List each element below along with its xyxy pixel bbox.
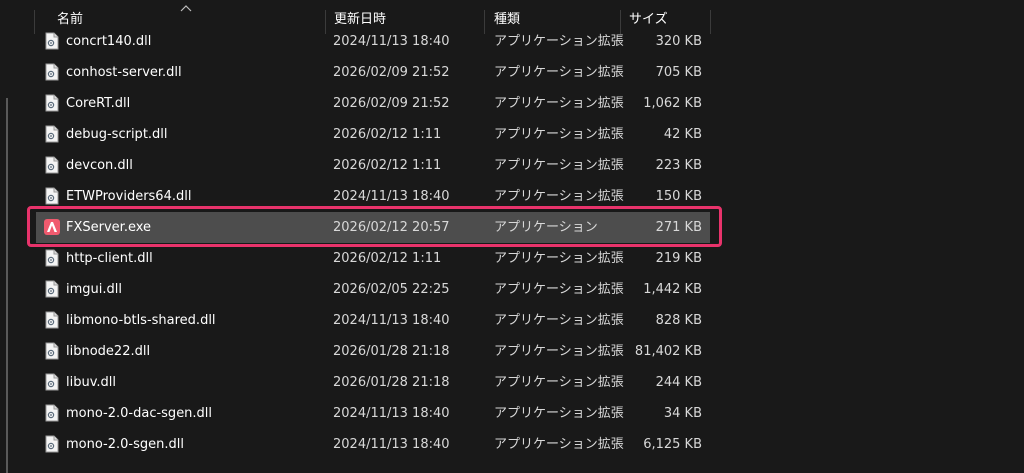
file-name: libmono-btls-shared.dll [66,313,216,328]
file-size: 1,062 KB [643,96,702,111]
dll-file-icon [44,249,60,267]
file-type: アプリケーション拡張 [494,127,624,142]
file-size: 6,125 KB [643,437,702,452]
file-modified-date: 2026/02/05 22:25 [333,282,450,297]
dll-file-icon [44,280,60,298]
file-row[interactable]: ETWProviders64.dll 2024/11/13 18:40 アプリケーシ… [36,181,710,212]
file-row-selected[interactable]: FXServer.exe 2026/02/12 20:57 アプリケーション 271 … [36,212,710,243]
file-row[interactable]: http-client.dll 2026/02/12 1:11 アプリケーション拡張… [36,243,710,274]
file-type: アプリケーション拡張 [494,189,624,204]
file-modified-date: 2024/11/13 18:40 [333,437,450,452]
file-type: アプリケーション拡張 [494,282,624,297]
file-modified-date: 2026/02/12 1:11 [333,158,442,173]
file-type: アプリケーション拡張 [494,437,624,452]
dll-file-icon [44,63,60,81]
file-modified-date: 2024/11/13 18:40 [333,34,450,49]
file-modified-date: 2024/11/13 18:40 [333,406,450,421]
file-modified-date: 2024/11/13 18:40 [333,189,450,204]
file-row[interactable]: CoreRT.dll 2026/02/09 21:52 アプリケーション拡張 1,06… [36,88,710,119]
file-size: 219 KB [655,251,702,266]
file-row[interactable]: devcon.dll 2026/02/12 1:11 アプリケーション拡張 223 K… [36,150,710,181]
dll-file-icon [44,435,60,453]
file-row[interactable]: conhost-server.dll 2026/02/09 21:52 アプリケーシ… [36,57,710,88]
file-name: libnode22.dll [66,344,151,359]
dll-file-icon [44,94,60,112]
file-name: debug-script.dll [66,127,168,142]
file-name: mono-2.0-dac-sgen.dll [66,406,213,421]
file-row[interactable]: concrt140.dll 2024/11/13 18:40 アプリケーション拡張 3… [36,26,710,57]
file-type: アプリケーション拡張 [494,313,624,328]
file-size: 705 KB [655,65,702,80]
file-size: 223 KB [655,158,702,173]
file-type: アプリケーション [494,220,598,235]
file-modified-date: 2026/02/12 1:11 [333,127,442,142]
file-size: 34 KB [663,406,702,421]
file-size: 828 KB [655,313,702,328]
file-row[interactable]: libuv.dll 2026/01/28 21:18 アプリケーション拡張 244 K… [36,367,710,398]
file-name: concrt140.dll [66,34,152,49]
file-name: devcon.dll [66,158,133,173]
file-type: アプリケーション拡張 [494,375,624,390]
file-row[interactable]: imgui.dll 2026/02/05 22:25 アプリケーション拡張 1,442… [36,274,710,305]
file-row[interactable]: libmono-btls-shared.dll 2024/11/13 18:40 ア… [36,305,710,336]
dll-file-icon [44,311,60,329]
dll-file-icon [44,156,60,174]
file-size: 271 KB [655,220,702,235]
dll-file-icon [44,404,60,422]
file-explorer-window: 名前 更新日時 種類 サイズ concrt140.dll 2024/11/13 1… [0,0,1024,473]
file-list: concrt140.dll 2024/11/13 18:40 アプリケーション拡張 3… [0,0,1024,473]
dll-file-icon [44,32,60,50]
file-name: CoreRT.dll [66,96,131,111]
file-name: libuv.dll [66,375,117,390]
file-row[interactable]: mono-2.0-sgen.dll 2024/11/13 18:40 アプリケーショ… [36,429,710,460]
file-row[interactable]: mono-2.0-dac-sgen.dll 2024/11/13 18:40 アプリ… [36,398,710,429]
file-row[interactable]: libnode22.dll 2026/01/28 21:18 アプリケーション拡張 8… [36,336,710,367]
file-size: 42 KB [663,127,702,142]
file-modified-date: 2026/02/09 21:52 [333,65,450,80]
file-type: アプリケーション拡張 [494,65,624,80]
file-name: imgui.dll [66,282,122,297]
dll-file-icon [44,187,60,205]
file-modified-date: 2024/11/13 18:40 [333,313,450,328]
file-name: conhost-server.dll [66,65,182,80]
file-size: 244 KB [655,375,702,390]
file-size: 1,442 KB [643,282,702,297]
file-size: 81,402 KB [634,344,702,359]
file-modified-date: 2026/02/09 21:52 [333,96,450,111]
fxserver-app-icon [44,218,60,236]
file-size: 320 KB [655,34,702,49]
file-modified-date: 2026/01/28 21:18 [333,344,450,359]
dll-file-icon [44,125,60,143]
file-size: 150 KB [655,189,702,204]
file-row[interactable]: debug-script.dll 2026/02/12 1:11 アプリケーション拡… [36,119,710,150]
dll-file-icon [44,373,60,391]
file-modified-date: 2026/02/12 1:11 [333,251,442,266]
file-type: アプリケーション拡張 [494,96,624,111]
file-type: アプリケーション拡張 [494,344,624,359]
file-name: FXServer.exe [66,220,152,235]
file-type: アプリケーション拡張 [494,158,624,173]
file-modified-date: 2026/01/28 21:18 [333,375,450,390]
file-type: アプリケーション拡張 [494,251,624,266]
file-type: アプリケーション拡張 [494,34,624,49]
file-name: ETWProviders64.dll [66,189,192,204]
dll-file-icon [44,342,60,360]
file-modified-date: 2026/02/12 20:57 [333,220,450,235]
file-type: アプリケーション拡張 [494,406,624,421]
file-name: http-client.dll [66,251,153,266]
file-name: mono-2.0-sgen.dll [66,437,184,452]
